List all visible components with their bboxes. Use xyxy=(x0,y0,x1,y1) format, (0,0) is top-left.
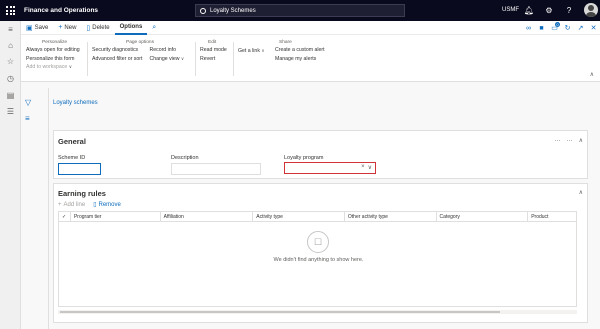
trash-icon: ▯ xyxy=(86,24,91,32)
list-icon[interactable]: ☰ xyxy=(5,107,16,117)
workspace-icon[interactable]: ▤ xyxy=(5,91,16,101)
delete-button[interactable]: ▯ Delete xyxy=(81,21,114,35)
earning-rules-grid: ✓ Program tier Affiliation Activity type… xyxy=(58,211,577,307)
top-navigation-bar: Finance and Operations Loyalty Schemes U… xyxy=(0,0,600,21)
group-share: Share Create a custom alert Manage my al… xyxy=(275,40,325,62)
chevron-down-icon: ∨ xyxy=(68,64,72,69)
read-mode[interactable]: Read mode xyxy=(200,47,227,53)
loyalty-program-lookup[interactable]: × ∨ xyxy=(284,162,376,174)
search-icon xyxy=(200,7,206,14)
loyalty-program-label: Loyalty program xyxy=(284,155,324,161)
save-button[interactable]: ▣ Save xyxy=(21,21,53,35)
security-diagnostics[interactable]: Security diagnostics xyxy=(92,47,142,53)
description-label: Description xyxy=(171,155,199,161)
clock-icon[interactable]: ◷ xyxy=(5,74,16,84)
general-fasttab: General … … ∧ Scheme ID Description Loya… xyxy=(53,130,588,179)
refresh-icon[interactable]: ↻ xyxy=(561,21,574,35)
empty-message: We didn't find anything to show here. xyxy=(273,257,364,263)
plus-icon: + xyxy=(58,24,63,31)
page-content: ▽ ≡ Loyalty schemes General … … ∧ Scheme… xyxy=(21,82,600,329)
star-icon[interactable]: ☆ xyxy=(5,57,16,67)
trash-icon: ▯ xyxy=(93,202,97,208)
message-icon[interactable]: ▭ 0 xyxy=(548,21,561,35)
action-pane: ▣ Save + New ▯ Delete Options ⌕ ∞ ■ ▭ 0 ↻… xyxy=(21,21,600,35)
more-options-icon[interactable]: … xyxy=(555,137,561,144)
waffle-icon[interactable] xyxy=(0,0,21,21)
get-a-link[interactable]: Get a link ∨ xyxy=(238,48,265,54)
record-info[interactable]: Record info xyxy=(149,47,184,53)
group-link: Get a link ∨ xyxy=(238,48,265,54)
plus-icon: + xyxy=(58,201,62,208)
filter-icon[interactable]: ▽ xyxy=(25,98,33,107)
new-button[interactable]: + New xyxy=(53,21,81,35)
earning-rules-fasttab: Earning rules ∧ + Add line ▯ Remove ✓ Pr… xyxy=(53,183,588,323)
app-title[interactable]: Finance and Operations xyxy=(24,7,194,14)
grid-header: ✓ Program tier Affiliation Activity type… xyxy=(59,212,576,222)
close-icon[interactable]: ✕ xyxy=(587,21,600,35)
company-picker[interactable]: USMF xyxy=(502,7,519,13)
chevron-up-icon[interactable]: ∧ xyxy=(579,137,583,144)
empty-box-icon: ☐ xyxy=(307,231,329,253)
search-action-icon[interactable]: ⌕ xyxy=(147,21,161,35)
earning-rules-title[interactable]: Earning rules xyxy=(58,189,106,198)
left-nav-rail: ≡ ⌂ ☆ ◷ ▤ ☰ xyxy=(0,21,21,329)
general-title[interactable]: General xyxy=(58,137,86,146)
home-icon[interactable]: ⌂ xyxy=(5,41,16,51)
options-ribbon: Personalize Always open for editing Pers… xyxy=(21,35,600,82)
chevron-up-icon[interactable]: ∧ xyxy=(579,189,583,196)
column-program-tier[interactable]: Program tier xyxy=(71,212,161,221)
clear-icon[interactable]: × xyxy=(361,164,365,171)
hamburger-icon[interactable]: ≡ xyxy=(5,25,16,35)
column-category[interactable]: Category xyxy=(437,212,529,221)
column-activity-type[interactable]: Activity type xyxy=(253,212,345,221)
search-box[interactable]: Loyalty Schemes xyxy=(195,4,405,17)
description-input[interactable] xyxy=(171,163,261,175)
manage-my-alerts[interactable]: Manage my alerts xyxy=(275,56,325,62)
add-line-button[interactable]: + Add line xyxy=(58,201,85,208)
bell-icon[interactable]: 🔔︎ xyxy=(524,5,534,15)
always-open-for-editing[interactable]: Always open for editing xyxy=(26,47,80,53)
chevron-down-icon: ∨ xyxy=(261,48,265,53)
search-text: Loyalty Schemes xyxy=(210,7,256,14)
chevron-down-icon[interactable]: ∨ xyxy=(368,164,372,171)
group-edit: Edit Read mode Revert xyxy=(200,40,227,62)
help-icon[interactable]: ? xyxy=(564,5,574,15)
group-page-options: Page options Security diagnostics Advanc… xyxy=(92,40,185,62)
gear-icon[interactable]: ⚙ xyxy=(544,5,554,15)
change-view[interactable]: Change view ∨ xyxy=(149,56,184,62)
scheme-id-label: Scheme ID xyxy=(58,155,86,161)
remove-button[interactable]: ▯ Remove xyxy=(93,201,121,209)
breadcrumb[interactable]: Loyalty schemes xyxy=(53,100,98,106)
revert[interactable]: Revert xyxy=(200,56,227,62)
personalize-this-form[interactable]: Personalize this form xyxy=(26,56,80,62)
horizontal-scrollbar[interactable] xyxy=(58,310,577,314)
more-icon[interactable]: … xyxy=(567,137,573,144)
office-icon[interactable]: ■ xyxy=(535,21,548,35)
chevron-down-icon: ∨ xyxy=(180,55,185,61)
select-all-checkbox[interactable]: ✓ xyxy=(59,212,71,221)
list-view-icon[interactable]: ≡ xyxy=(25,114,33,123)
group-personalize: Personalize Always open for editing Pers… xyxy=(26,40,80,70)
create-a-custom-alert[interactable]: Create a custom alert xyxy=(275,47,325,53)
column-affiliation[interactable]: Affiliation xyxy=(161,212,254,221)
tab-options[interactable]: Options xyxy=(114,21,148,35)
column-other-activity-type[interactable]: Other activity type xyxy=(345,212,437,221)
connect-icon[interactable]: ∞ xyxy=(522,21,535,35)
add-to-workspace[interactable]: Add to workspace ∨ xyxy=(26,64,80,70)
column-product[interactable]: Product xyxy=(528,212,576,221)
popout-icon[interactable]: ↗ xyxy=(574,21,587,35)
save-icon: ▣ xyxy=(26,24,33,32)
avatar[interactable] xyxy=(584,3,598,17)
chevron-up-icon[interactable]: ∧ xyxy=(590,71,594,78)
notification-badge: 0 xyxy=(555,22,560,27)
scheme-id-input[interactable] xyxy=(58,163,101,175)
advanced-filter-or-sort[interactable]: Advanced filter or sort xyxy=(92,56,142,62)
